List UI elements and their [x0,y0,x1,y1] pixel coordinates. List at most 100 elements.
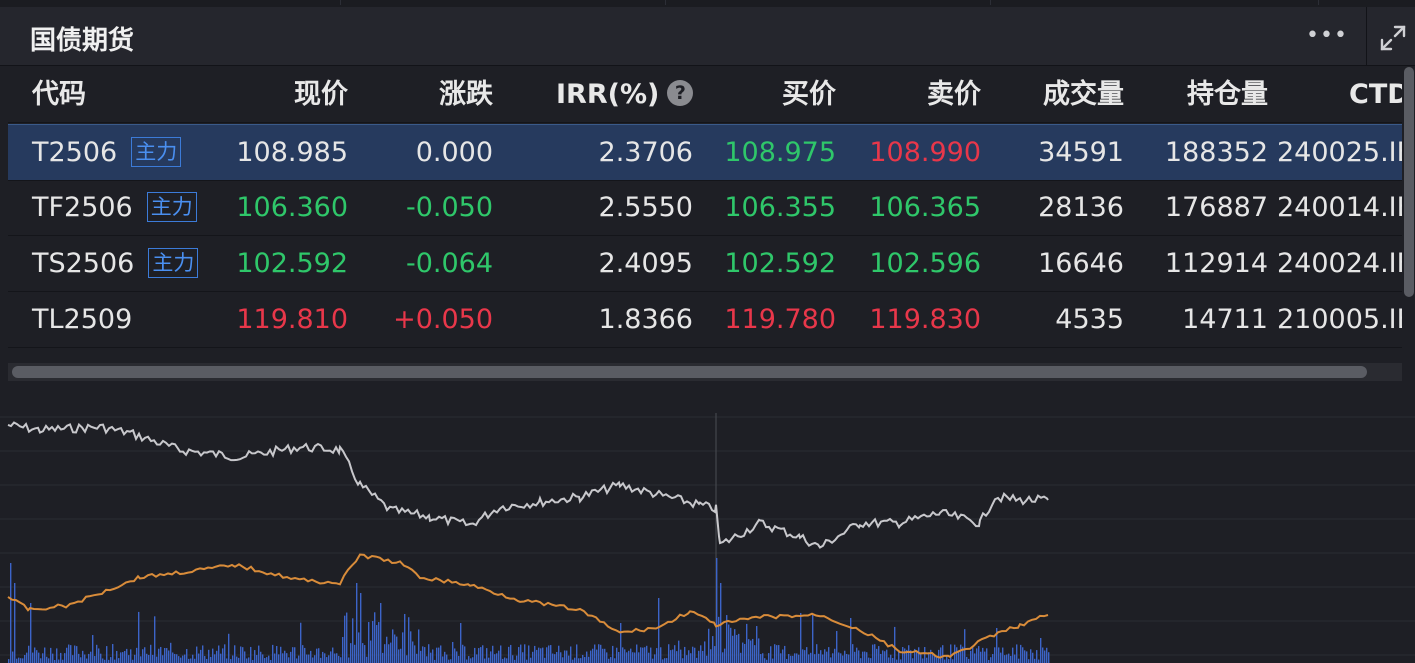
volume-bar [598,644,600,663]
cell-irr: 1.8366 [598,304,693,335]
volume-bar [832,653,834,663]
volume-bar [416,653,418,663]
volume-bar [864,651,866,663]
volume-bar [908,645,910,663]
col-header-ctd[interactable]: CTD [1349,67,1402,122]
volume-bar [70,645,72,663]
vertical-scrollbar[interactable] [1402,67,1415,363]
col-header-oi[interactable]: 持仓量 [1148,67,1268,122]
more-horizontal-icon[interactable]: ••• [1306,23,1347,49]
volume-bar [106,646,108,663]
col-header-code[interactable]: 代码 [32,67,86,122]
expand-icon[interactable] [1378,23,1408,53]
volume-bar [484,658,486,663]
volume-bar [550,645,552,663]
volume-bar [126,648,128,663]
volume-bar [110,657,112,663]
volume-bar [56,648,58,663]
volume-bar [830,657,832,663]
volume-bar [688,650,690,663]
vertical-scroll-thumb[interactable] [1404,67,1414,297]
volume-bar [288,657,290,663]
volume-bar [438,647,440,663]
table-row[interactable]: TL2509 119.810 +0.050 1.8366 119.780 119.830 4… [8,292,1402,348]
volume-bar [170,642,172,663]
cell-ask: 102.596 [869,248,981,279]
volume-bar [458,655,460,663]
volume-bar [24,655,26,663]
volume-bar [440,645,442,663]
volume-bar [714,646,716,663]
volume-bar [794,653,796,663]
volume-bar [216,650,218,663]
volume-bar [1010,655,1012,663]
volume-bar [368,622,370,663]
col-header-price[interactable]: 现价 [228,67,348,122]
volume-bar [602,648,604,663]
horizontal-scrollbar[interactable] [8,363,1402,381]
table-row[interactable]: TF2506 主力 106.360 -0.050 2.5550 106.355 106.36… [8,180,1402,236]
volume-bar [966,656,968,663]
volume-bar [750,640,752,663]
volume-bar [348,657,350,663]
volume-bar [334,653,336,663]
main-contract-badge: 主力 [131,136,182,167]
col-header-bid[interactable]: 买价 [718,67,836,122]
volume-bar [716,558,718,663]
volume-bar [814,654,816,663]
volume-bar [176,654,178,663]
volume-bar [326,657,328,663]
volume-bar [924,647,926,663]
table-row[interactable]: TS2506 主力 102.592 -0.064 2.4095 102.592 102.59… [8,236,1402,292]
volume-bar [224,644,226,663]
volume-bar [834,648,836,663]
intraday-chart[interactable] [0,405,1415,663]
volume-bar [1012,647,1014,663]
volume-bar [702,650,704,663]
volume-bar [636,644,638,663]
volume-bar [426,656,428,663]
volume-bar [74,645,76,663]
volume-bar [240,646,242,663]
volume-bar [1020,644,1022,663]
volume-bar [574,657,576,663]
volume-bar [610,657,612,663]
volume-bar [376,625,378,663]
col-header-ask[interactable]: 卖价 [863,67,981,122]
volume-bar [984,651,986,663]
volume-bar [20,658,22,663]
volume-bar [222,648,224,663]
volume-bar [1018,658,1020,663]
cell-code: TS2506 主力 [32,236,199,291]
volume-bar [612,645,614,663]
col-header-irr-label: IRR(%) [556,79,660,110]
volume-bar [990,657,992,663]
col-header-irr[interactable]: IRR(%)? [556,67,694,122]
horizontal-scroll-thumb[interactable] [12,366,1367,378]
volume-bar [452,641,454,663]
volume-bar [450,659,452,663]
volume-bar [118,658,120,663]
cell-bid: 119.780 [724,304,836,335]
volume-bar [842,655,844,663]
volume-bar [816,644,818,663]
volume-bar [336,653,338,663]
volume-bar [672,649,674,663]
volume-bar [522,652,524,663]
volume-bar [166,648,168,663]
volume-bar [660,647,662,663]
main-contract-badge: 主力 [148,247,199,278]
volume-bar [948,659,950,663]
volume-bar [712,636,714,663]
col-header-volume[interactable]: 成交量 [1008,67,1124,122]
volume-bar [748,639,750,663]
volume-bar [146,653,148,663]
question-circle-icon[interactable]: ? [667,79,694,106]
volume-bar [812,614,814,663]
col-header-change[interactable]: 涨跌 [378,67,493,122]
table-row[interactable]: T2506 主力 108.985 0.000 2.3706 108.975 108.990 3… [8,124,1402,181]
volume-bar [28,645,30,663]
volume-bar [464,646,466,663]
volume-bar [782,649,784,663]
volume-bar [614,658,616,663]
